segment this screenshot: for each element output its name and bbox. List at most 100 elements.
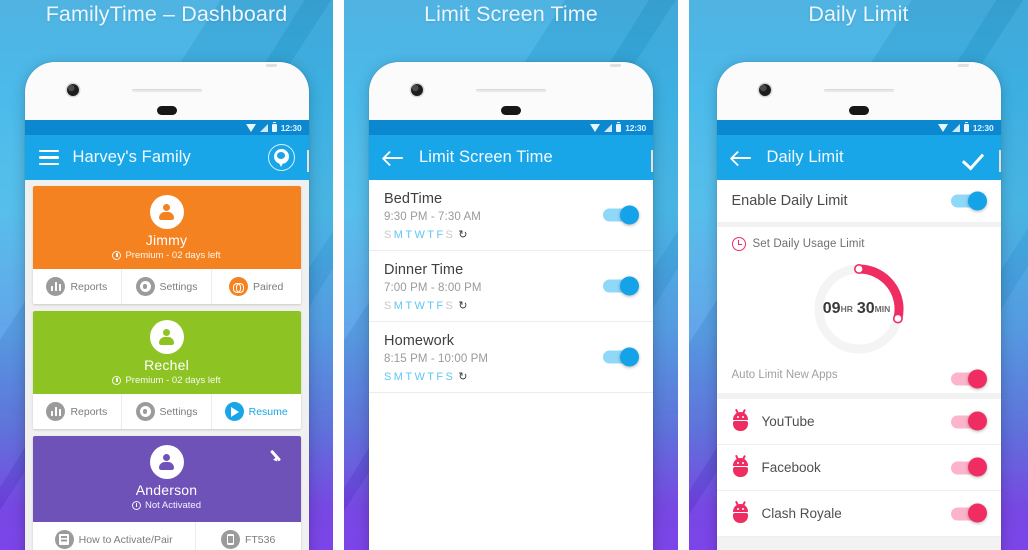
action-label: FT536 [244, 533, 276, 546]
usage-dial-wrapper: 09 HR 30 MIN [717, 253, 1001, 365]
member-card-jimmy[interactable]: Jimmy Premium - 02 days left Reports Set… [32, 186, 301, 304]
wifi-icon [937, 123, 948, 132]
usage-minutes-unit: MIN [874, 304, 891, 314]
member-name: Jimmy [145, 232, 188, 248]
schedule-days: S M T W T F S ↻ [384, 228, 638, 242]
wifi-icon [245, 123, 256, 132]
android-robot-icon [732, 504, 749, 523]
app-name: Facebook [761, 460, 821, 475]
app-bar-title: Limit Screen Time [419, 148, 553, 166]
gear-icon [135, 277, 155, 296]
member-status: Premium - 02 days left [33, 250, 301, 261]
schedule-row-dinner-time[interactable]: Dinner Time 7:00 PM - 8:00 PM S M T W T … [369, 251, 653, 322]
auto-limit-row[interactable]: Auto Limit New Apps [717, 365, 1001, 393]
app-toggle[interactable] [950, 411, 987, 431]
phone-top-notch [610, 64, 621, 67]
arrow-back-icon[interactable] [383, 149, 405, 167]
enable-daily-limit-row[interactable]: Enable Daily Limit [716, 180, 1001, 222]
schedule-time: 7:00 PM - 8:00 PM [384, 282, 482, 294]
earpiece-speaker [131, 89, 202, 92]
action-reports[interactable]: Reports [33, 269, 123, 304]
usage-dial-value: 09 HR 30 MIN [809, 259, 909, 359]
status-bar-clock: 12:30 [280, 122, 302, 133]
avatar [149, 195, 184, 229]
auto-limit-toggle[interactable] [950, 369, 987, 388]
edit-pencil-icon[interactable] [272, 446, 289, 463]
schedule-toggle[interactable] [603, 347, 639, 366]
action-how-to-activate[interactable]: How to Activate/Pair [33, 522, 196, 550]
day-letter: S [445, 299, 456, 312]
phone-screen-daily-limit: 12:30 Daily Limit Enable Daily Limit Set… [716, 120, 1001, 550]
action-reports[interactable]: Reports [33, 394, 123, 429]
schedule-toggle[interactable] [603, 205, 639, 224]
status-bar-clock: 12:30 [625, 122, 646, 133]
check-icon[interactable] [963, 146, 987, 170]
schedule-name: Dinner Time [384, 262, 464, 278]
arrow-back-icon[interactable] [731, 149, 753, 167]
day-letter: W [414, 299, 428, 312]
action-label: How to Activate/Pair [78, 533, 173, 546]
usage-dial[interactable]: 09 HR 30 MIN [809, 259, 909, 359]
schedule-row-bedtime[interactable]: BedTime 9:30 PM - 7:30 AM S M T W T F S … [369, 180, 653, 251]
member-card-anderson[interactable]: Anderson Not Activated How to Activate/P… [32, 436, 301, 550]
schedule-toggle[interactable] [603, 276, 639, 295]
app-bar-title: Harvey's Family [72, 148, 191, 166]
panel-dashboard: FamilyTime – Dashboard 12:30 Harvey's Fa… [0, 0, 333, 550]
app-name: Clash Royale [761, 506, 842, 521]
member-status-text: Not Activated [145, 500, 201, 511]
action-settings[interactable]: Settings [122, 394, 212, 429]
phone-screen-limit: 12:30 Limit Screen Time BedTime 9:30 PM … [369, 120, 653, 550]
bar-chart-icon [46, 277, 66, 296]
app-row-facebook[interactable]: Facebook [716, 445, 1001, 491]
day-letter: F [436, 228, 446, 241]
device-icon [220, 530, 240, 549]
auto-limit-label: Auto Limit New Apps [731, 369, 838, 381]
action-resume[interactable]: Resume [212, 394, 301, 429]
signal-icon [604, 123, 613, 132]
day-letter: T [405, 228, 415, 241]
action-paired[interactable]: Paired [212, 269, 301, 304]
battery-icon [963, 121, 969, 132]
link-icon [229, 277, 248, 296]
member-status-text: Premium - 02 days left [125, 375, 221, 386]
member-header: Jimmy Premium - 02 days left [32, 186, 301, 269]
battery-icon [271, 121, 277, 132]
app-toggle[interactable] [950, 503, 987, 523]
action-settings[interactable]: Settings [122, 269, 212, 304]
panel-daily-limit: Daily Limit 12:30 Daily Limit Enable Dai… [689, 0, 1028, 550]
phone-top-notch [265, 64, 277, 67]
phone-mockup-dashboard: 12:30 Harvey's Family Jimmy Premium - 02… [24, 62, 309, 550]
day-letter: S [384, 370, 394, 383]
app-toggle[interactable] [950, 457, 987, 477]
member-card-rechel[interactable]: Rechel Premium - 02 days left Reports Se… [32, 311, 301, 429]
member-actions: Reports Settings Paired [32, 269, 301, 304]
enable-daily-limit-toggle[interactable] [950, 191, 987, 210]
panel-limit-screen-time: Limit Screen Time 12:30 Limit Screen Tim… [344, 0, 678, 550]
member-name: Anderson [135, 482, 198, 498]
app-row-clash-royale[interactable]: Clash Royale [716, 491, 1001, 537]
day-letter: T [405, 299, 415, 312]
play-icon [224, 402, 244, 421]
usage-hours: 09 [822, 300, 841, 317]
app-bar-limit: Limit Screen Time [369, 135, 653, 180]
front-camera-icon [411, 84, 423, 96]
front-camera-icon [66, 84, 79, 96]
panel-heading-limit-screen-time: Limit Screen Time [424, 2, 598, 26]
android-robot-icon [732, 412, 749, 431]
gear-icon [135, 402, 155, 421]
day-letter: W [414, 370, 428, 383]
phone-top-notch [957, 64, 969, 67]
app-row-youtube[interactable]: YouTube [716, 399, 1001, 445]
schedule-row-homework[interactable]: Homework 8:15 PM - 10:00 PM S M T W T F … [369, 322, 653, 393]
action-label: Settings [159, 280, 198, 293]
day-letter: M [393, 228, 406, 241]
location-pin-icon[interactable] [267, 144, 295, 171]
clock-badge-icon [112, 376, 122, 385]
member-actions: Reports Settings Resume [32, 394, 301, 429]
action-device-code[interactable]: FT536 [196, 522, 301, 550]
repeat-icon: ↻ [458, 371, 468, 383]
phone-mockup-limit: 12:30 Limit Screen Time BedTime 9:30 PM … [369, 62, 653, 550]
hamburger-icon[interactable] [38, 150, 59, 165]
usage-minutes: 30 [856, 300, 875, 317]
app-name: YouTube [761, 414, 815, 429]
